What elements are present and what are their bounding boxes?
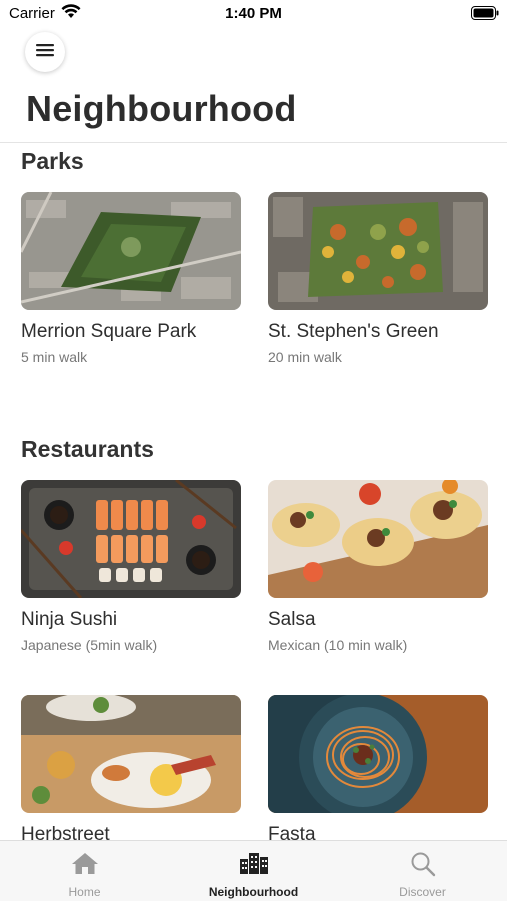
card-title: Merrion Square Park bbox=[21, 321, 197, 342]
card-title: Salsa bbox=[268, 609, 316, 630]
tab-home[interactable]: Home bbox=[0, 841, 169, 901]
menu-button[interactable] bbox=[25, 32, 65, 72]
tab-discover-label: Discover bbox=[399, 885, 446, 899]
pasta-image bbox=[268, 695, 488, 813]
card-merrion-square-park[interactable]: Merrion Square Park 5 min walk bbox=[21, 192, 241, 365]
search-icon bbox=[338, 851, 507, 877]
card-title: Fasta bbox=[268, 824, 316, 840]
park-aerial-image bbox=[21, 192, 241, 310]
park-aerial-image bbox=[268, 192, 488, 310]
card-subtitle: Mexican (10 min walk) bbox=[268, 637, 408, 653]
section-title-restaurants: Restaurants bbox=[21, 436, 154, 462]
section-title-parks: Parks bbox=[21, 148, 84, 174]
tab-neighbourhood-label: Neighbourhood bbox=[208, 885, 299, 899]
tab-bar: Home Neighbourhood Discover bbox=[0, 840, 507, 901]
status-time: 1:40 PM bbox=[225, 5, 282, 22]
tacos-image bbox=[268, 480, 488, 598]
tab-discover[interactable]: Discover bbox=[338, 841, 507, 901]
card-fasta[interactable]: Fasta bbox=[268, 695, 488, 840]
card-title: St. Stephen's Green bbox=[268, 321, 439, 342]
card-st-stephens-green[interactable]: St. Stephen's Green 20 min walk bbox=[268, 192, 488, 365]
card-herbstreet[interactable]: Herbstreet bbox=[21, 695, 241, 840]
card-subtitle: Japanese (5min walk) bbox=[21, 637, 158, 653]
home-icon bbox=[0, 851, 169, 877]
sushi-image bbox=[21, 480, 241, 598]
card-subtitle: 20 min walk bbox=[268, 349, 342, 365]
page-title: Neighbourhood bbox=[26, 88, 297, 129]
city-icon bbox=[169, 851, 338, 877]
status-bar: Carrier 1:40 PM bbox=[0, 0, 507, 28]
card-ninja-sushi[interactable]: Ninja Sushi Japanese (5min walk) bbox=[21, 480, 241, 653]
tab-neighbourhood[interactable]: Neighbourhood bbox=[169, 841, 338, 901]
card-title: Herbstreet bbox=[21, 824, 110, 840]
content-scroll[interactable]: Parks Merrion Square Park 5 min walk St.… bbox=[0, 143, 507, 840]
tab-home-label: Home bbox=[68, 885, 101, 899]
card-subtitle: 5 min walk bbox=[21, 349, 88, 365]
brunch-image bbox=[21, 695, 241, 813]
card-salsa[interactable]: Salsa Mexican (10 min walk) bbox=[268, 480, 488, 653]
card-title: Ninja Sushi bbox=[21, 609, 118, 630]
battery-icon bbox=[471, 6, 499, 24]
hamburger-icon bbox=[36, 43, 54, 62]
